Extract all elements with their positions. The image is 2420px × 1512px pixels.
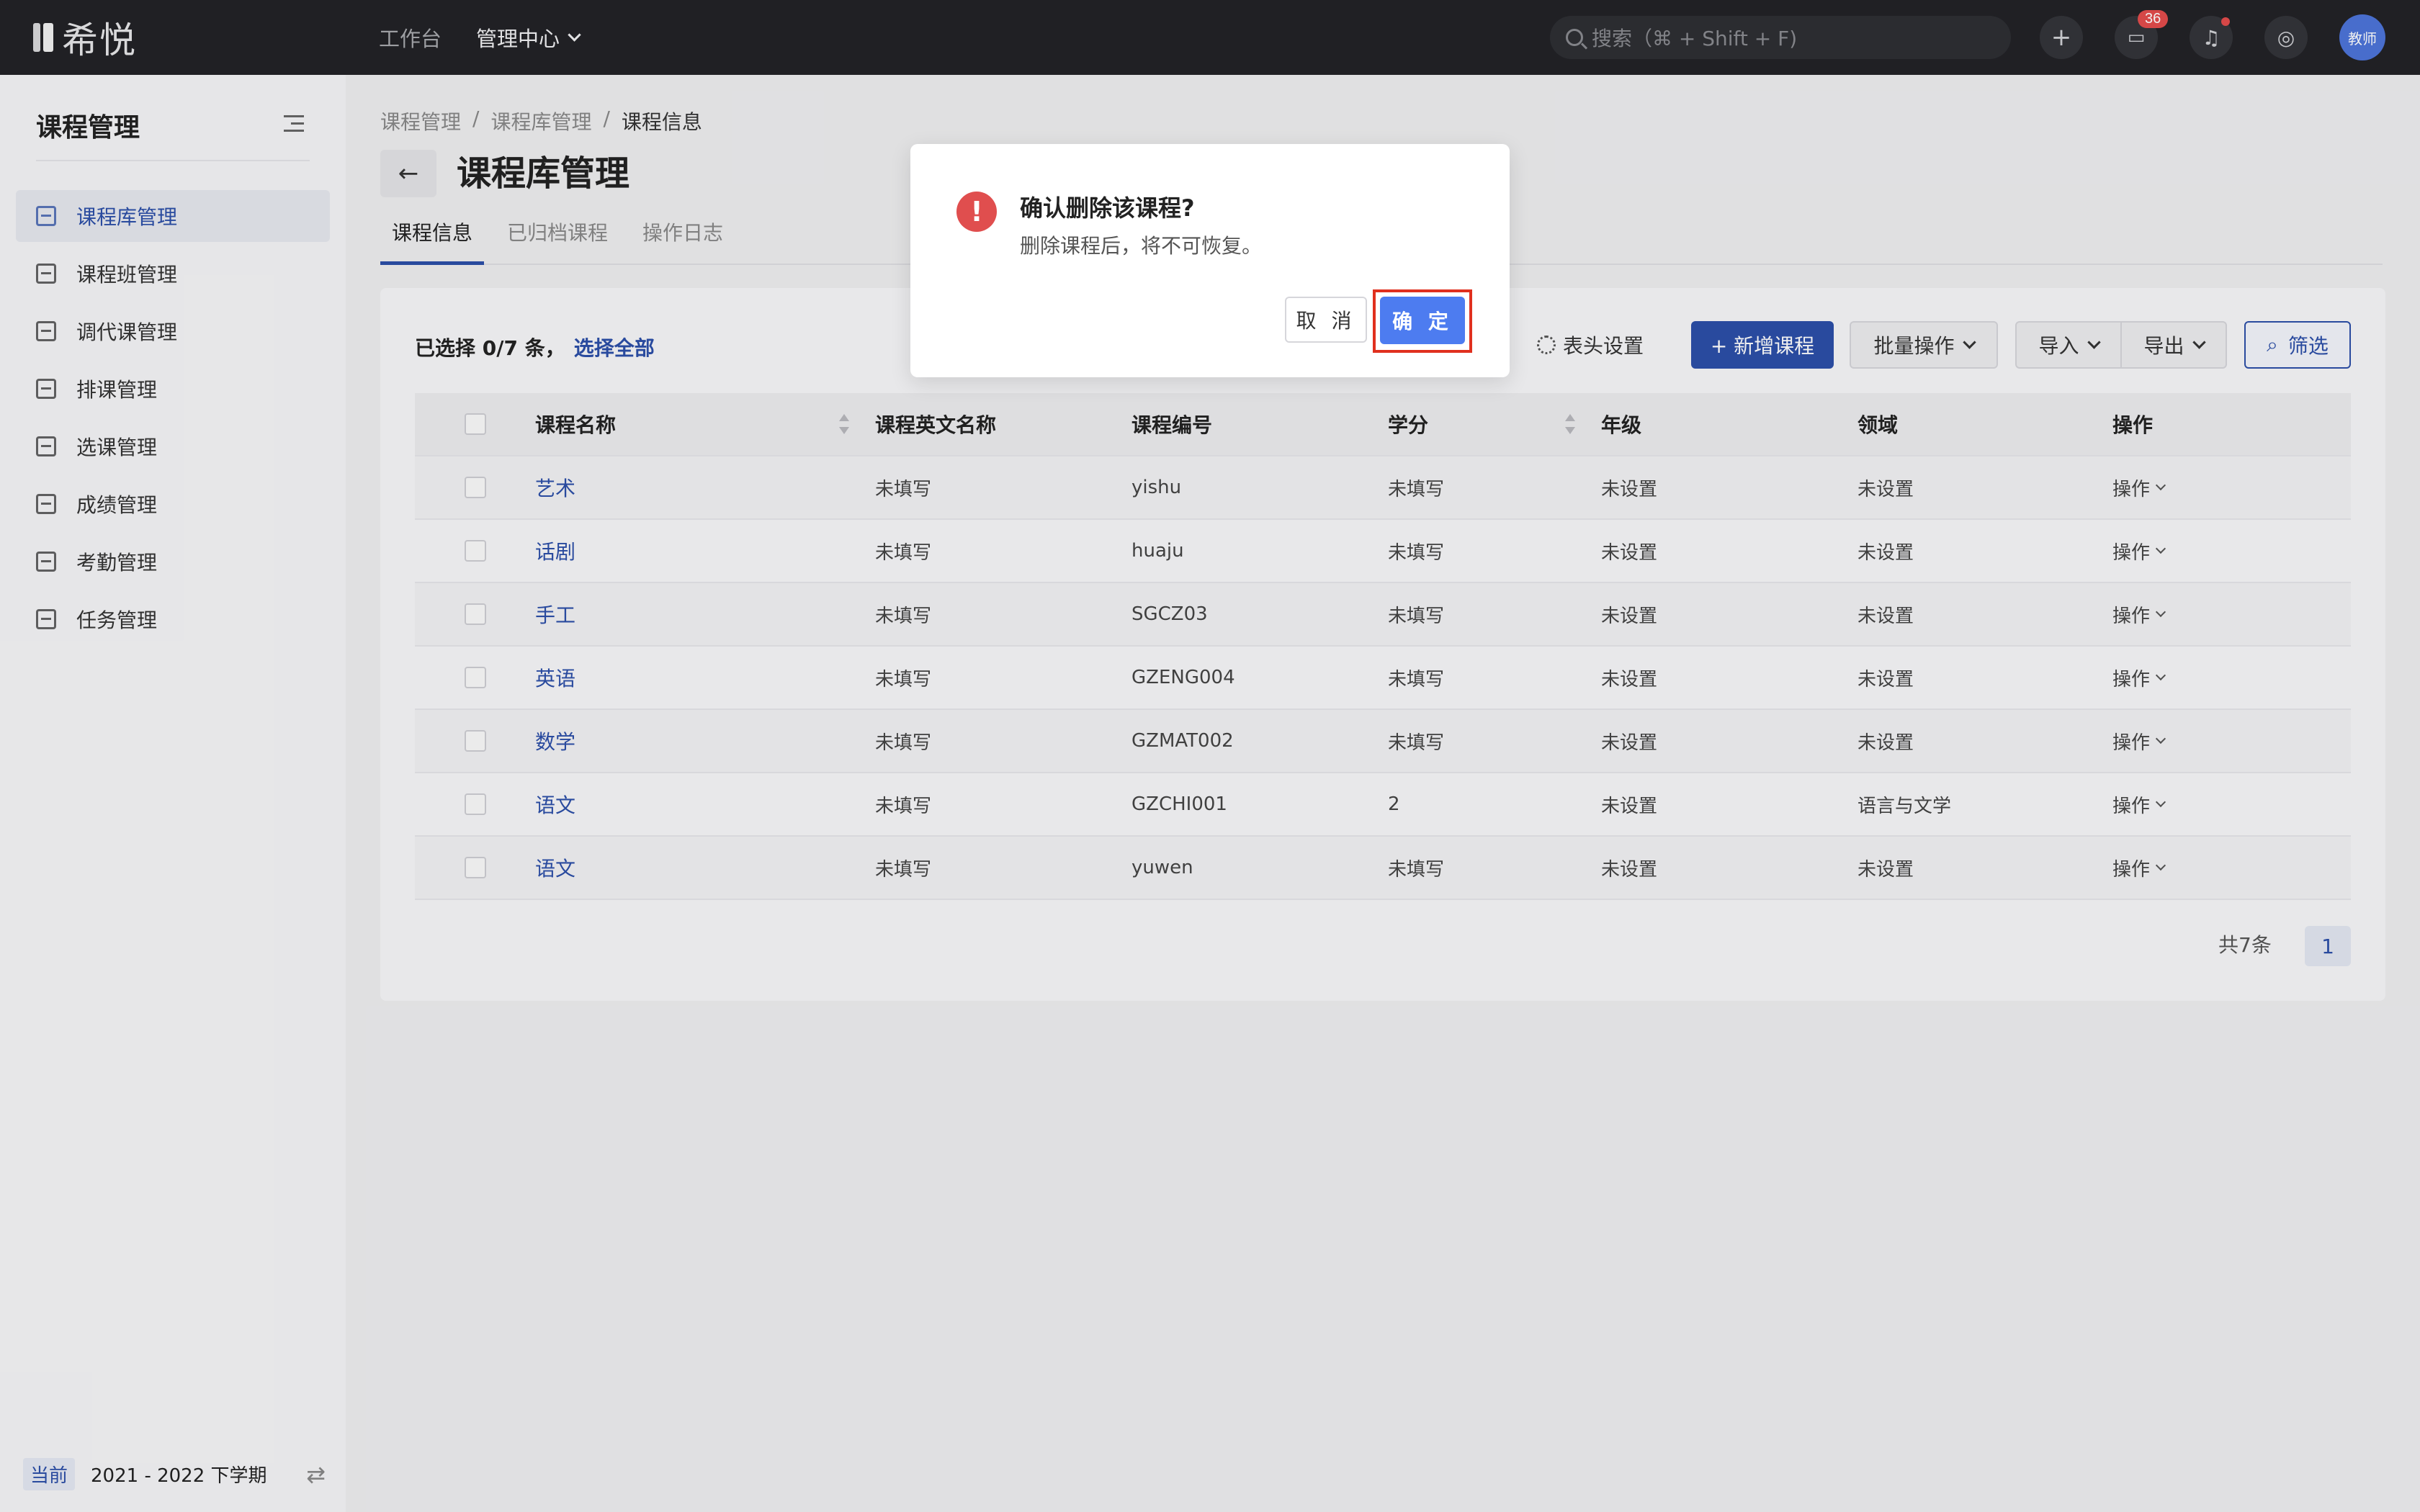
- dialog-description: 删除课程后，将不可恢复。: [1020, 234, 1263, 258]
- dialog-title: 确认删除该课程?: [1020, 194, 1195, 222]
- exclamation-icon: !: [956, 192, 997, 232]
- confirm-button[interactable]: 确 定: [1380, 297, 1465, 344]
- confirm-delete-dialog: ! 确认删除该课程? 删除课程后，将不可恢复。 取 消 确 定: [910, 144, 1510, 377]
- cancel-button[interactable]: 取 消: [1285, 297, 1367, 343]
